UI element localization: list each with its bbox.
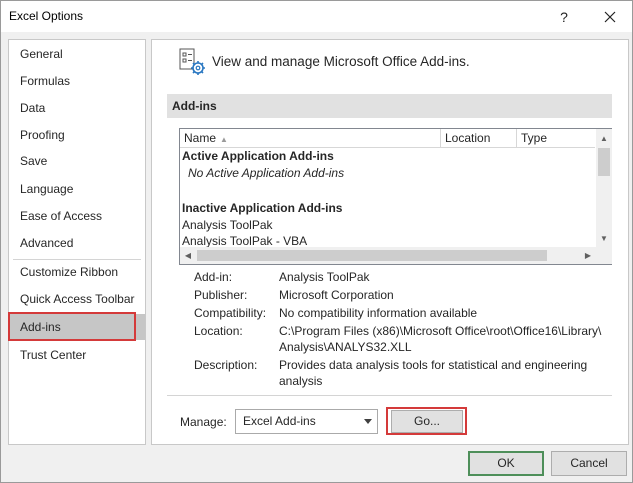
scroll-up-icon[interactable]: ▲ — [596, 130, 612, 146]
options-sidebar: General Formulas Data Proofing Save Lang… — [8, 39, 146, 445]
vertical-scrollbar[interactable]: ▲ ▼ — [596, 129, 612, 247]
sidebar-item-save[interactable]: Save — [9, 148, 145, 174]
detail-value-location-line2: Analysis\ANALYS32.XLL — [279, 340, 412, 354]
window-title: Excel Options — [9, 9, 84, 23]
detail-value-publisher: Microsoft Corporation — [279, 288, 394, 302]
column-header-name[interactable]: Name ▲ — [180, 129, 441, 148]
excel-options-dialog: Excel Options ? General Formulas Data Pr… — [0, 0, 633, 483]
group-title-active: Active Application Add-ins — [182, 149, 334, 163]
section-title-add-ins: Add-ins — [167, 94, 612, 118]
sidebar-item-general[interactable]: General — [9, 41, 145, 67]
ok-button[interactable]: OK — [468, 451, 544, 476]
detail-value-description-line1: Provides data analysis tools for statist… — [279, 358, 588, 372]
go-highlight-box — [386, 407, 467, 435]
manage-label: Manage: — [180, 415, 227, 429]
sort-ascending-icon: ▲ — [220, 135, 228, 144]
sidebar-item-ease-of-access[interactable]: Ease of Access — [9, 203, 145, 229]
sidebar-item-advanced[interactable]: Advanced — [9, 230, 145, 256]
vertical-scroll-thumb[interactable] — [598, 148, 610, 176]
help-icon: ? — [560, 8, 568, 25]
column-header-location[interactable]: Location — [441, 129, 517, 148]
detail-label-description: Description: — [194, 358, 258, 372]
manage-dropdown-value: Excel Add-ins — [243, 414, 316, 428]
scroll-down-icon[interactable]: ▼ — [596, 230, 612, 246]
help-button[interactable]: ? — [542, 1, 586, 32]
manage-dropdown[interactable]: Excel Add-ins — [235, 409, 378, 434]
sidebar-item-quick-access-toolbar[interactable]: Quick Access Toolbar — [9, 286, 145, 312]
panel-heading: View and manage Microsoft Office Add-ins… — [212, 54, 470, 69]
add-ins-highlight-box — [8, 312, 136, 341]
sidebar-item-data[interactable]: Data — [9, 95, 145, 121]
close-icon — [604, 11, 616, 22]
panel-divider — [167, 395, 612, 396]
detail-value-description-line2: analysis — [279, 374, 323, 388]
add-ins-list[interactable]: Name ▲ Location Type Active Application A… — [179, 128, 612, 265]
detail-label-location: Location: — [194, 324, 243, 338]
list-item[interactable]: Analysis ToolPak — [182, 217, 595, 234]
column-header-type[interactable]: Type — [517, 129, 595, 148]
sidebar-item-trust-center[interactable]: Trust Center — [9, 342, 145, 368]
scroll-left-icon[interactable]: ◀ — [180, 247, 196, 263]
group-title-inactive: Inactive Application Add-ins — [182, 201, 343, 215]
detail-label-publisher: Publisher: — [194, 288, 248, 302]
sidebar-item-language[interactable]: Language — [9, 176, 145, 202]
detail-value-compatibility: No compatibility information available — [279, 306, 478, 320]
sidebar-item-formulas[interactable]: Formulas — [9, 68, 145, 94]
sidebar-item-proofing[interactable]: Proofing — [9, 122, 145, 148]
detail-value-location-line1: C:\Program Files (x86)\Microsoft Office\… — [279, 324, 602, 338]
detail-label-compatibility: Compatibility: — [194, 306, 267, 320]
sidebar-item-customize-ribbon[interactable]: Customize Ribbon — [9, 259, 145, 285]
detail-value-addin: Analysis ToolPak — [279, 270, 370, 284]
scroll-right-icon[interactable]: ▶ — [580, 247, 596, 263]
chevron-down-icon — [364, 419, 372, 424]
scroll-corner — [596, 247, 612, 264]
list-item: No Active Application Add-ins — [188, 166, 345, 180]
addins-gear-icon — [179, 48, 205, 75]
horizontal-scrollbar[interactable]: ◀ ▶ — [180, 247, 596, 264]
detail-label-addin: Add-in: — [194, 270, 233, 284]
title-bar: Excel Options ? — [1, 1, 632, 32]
horizontal-scroll-thumb[interactable] — [197, 250, 547, 261]
close-button[interactable] — [588, 1, 632, 32]
cancel-button[interactable]: Cancel — [551, 451, 627, 476]
